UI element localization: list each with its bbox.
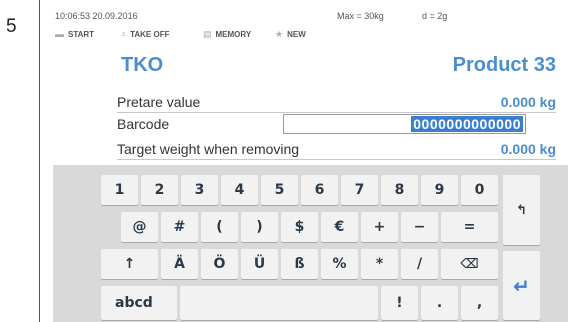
on-screen-keyboard: 1 2 3 4 5 6 7 8 9 0 ↰ @ # ( ) $ € + − = … [53, 165, 568, 322]
key-percent[interactable]: % [321, 249, 358, 279]
row-separator [117, 159, 556, 160]
key-8[interactable]: 8 [381, 175, 418, 205]
status-bar: 10:06:53 20.09.2016 Max = 30kg d = 2g [53, 7, 568, 25]
key-eszett[interactable]: ß [281, 249, 318, 279]
key-o-umlaut[interactable]: Ö [201, 249, 238, 279]
key-minus[interactable]: − [401, 212, 438, 242]
app-title: TKO [121, 54, 164, 76]
target-weight-label: Target weight when removing [117, 141, 300, 157]
scale-icon: ▬ [55, 29, 64, 39]
key-asterisk[interactable]: * [361, 249, 398, 279]
target-weight-row: Target weight when removing 0.000 kg [53, 138, 568, 160]
key-equals[interactable]: = [441, 212, 498, 242]
key-comma[interactable]: , [461, 286, 498, 320]
star-icon: ★ [275, 29, 284, 39]
key-0[interactable]: 0 [461, 175, 498, 205]
memory-icon: ▤ [203, 29, 212, 39]
backspace-key[interactable]: ⌫ [441, 249, 498, 279]
status-max-capacity: Max = 30kg [337, 11, 384, 21]
product-title: Product 33 [452, 54, 556, 76]
key-slash[interactable]: / [401, 249, 438, 279]
key-paren-open[interactable]: ( [201, 212, 238, 242]
key-euro[interactable]: € [321, 212, 358, 242]
divider [39, 0, 40, 322]
key-a-umlaut[interactable]: Ä [161, 249, 198, 279]
new-label: NEW [287, 30, 306, 39]
shift-key[interactable]: ↑ [101, 249, 158, 279]
toolbar: ▬ START ⩡ TAKE OFF ▤ MEMORY ★ NEW [53, 25, 568, 41]
status-readability: d = 2g [422, 11, 448, 21]
key-5[interactable]: 5 [261, 175, 298, 205]
target-weight-value[interactable]: 0.000 kg [501, 141, 556, 157]
key-paren-close[interactable]: ) [241, 212, 278, 242]
takeoff-label: TAKE OFF [130, 30, 170, 39]
shift-back-key[interactable]: ↰ [503, 175, 540, 245]
key-exclamation[interactable]: ! [381, 286, 418, 320]
space-key[interactable] [180, 286, 378, 320]
step-number: 5 [6, 16, 17, 37]
start-label: START [68, 29, 95, 39]
key-u-umlaut[interactable]: Ü [241, 249, 278, 279]
key-6[interactable]: 6 [301, 175, 338, 205]
barcode-input[interactable]: 0000000000000 [283, 114, 526, 134]
barcode-row: Barcode 0000000000000 [53, 113, 568, 135]
key-plus[interactable]: + [361, 212, 398, 242]
key-9[interactable]: 9 [421, 175, 458, 205]
memory-button[interactable]: ▤ MEMORY [203, 29, 251, 40]
scale-screen: 10:06:53 20.09.2016 Max = 30kg d = 2g ▬ … [53, 7, 568, 322]
barcode-selected-text: 0000000000000 [411, 116, 523, 132]
key-1[interactable]: 1 [101, 175, 138, 205]
key-4[interactable]: 4 [221, 175, 258, 205]
abcd-key[interactable]: abcd [101, 286, 177, 320]
start-button[interactable]: ▬ START [55, 29, 94, 39]
pretare-value[interactable]: 0.000 kg [501, 94, 556, 110]
key-dollar[interactable]: $ [281, 212, 318, 242]
key-2[interactable]: 2 [141, 175, 178, 205]
key-hash[interactable]: # [161, 212, 198, 242]
enter-key[interactable]: ↵ [503, 251, 540, 320]
barcode-label: Barcode [117, 116, 170, 132]
status-time: 10:06:53 20.09.2016 [55, 11, 138, 21]
pretare-row: Pretare value 0.000 kg [53, 91, 568, 113]
memory-label: MEMORY [215, 30, 252, 39]
key-at[interactable]: @ [121, 212, 158, 242]
new-button[interactable]: ★ NEW [275, 29, 306, 40]
takeoff-icon: ⩡ [121, 29, 127, 39]
key-period[interactable]: . [421, 286, 458, 320]
key-3[interactable]: 3 [181, 175, 218, 205]
pretare-label: Pretare value [117, 94, 201, 110]
key-7[interactable]: 7 [341, 175, 378, 205]
takeoff-button[interactable]: ⩡ TAKE OFF [121, 29, 169, 40]
